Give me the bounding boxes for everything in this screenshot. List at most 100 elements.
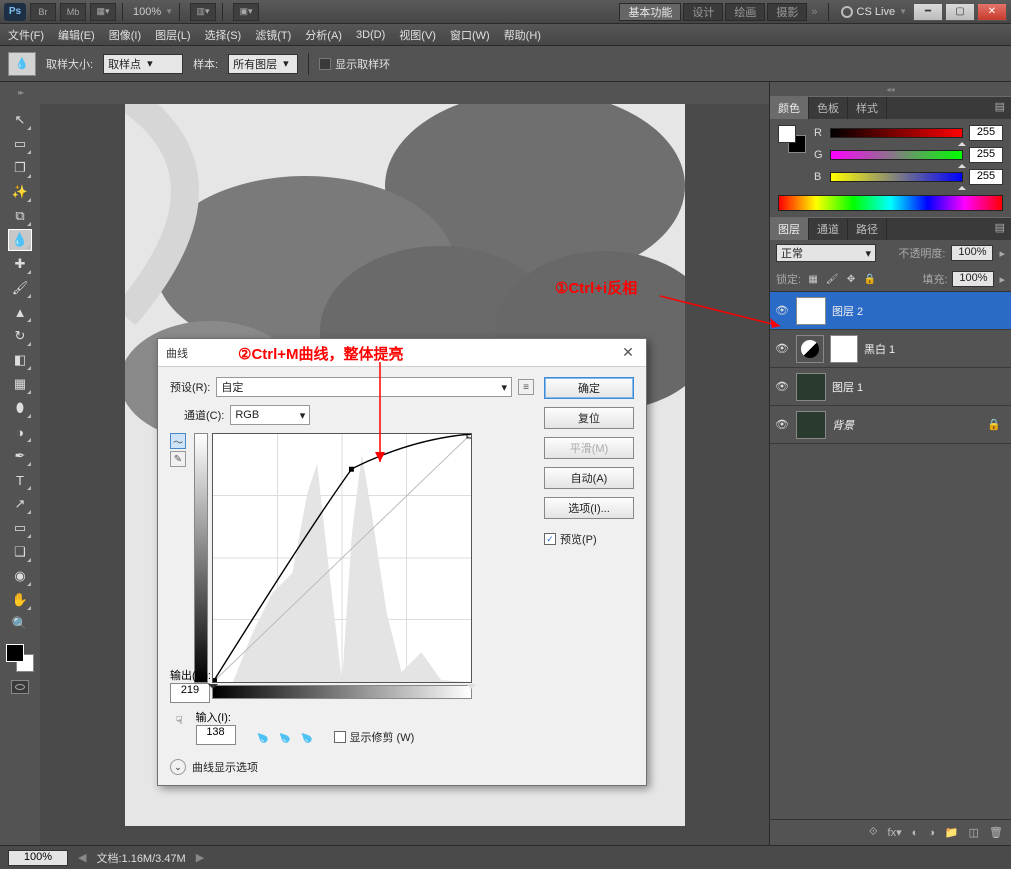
ok-button[interactable]: 确定 — [544, 377, 634, 399]
toolbox-grip[interactable] — [0, 88, 40, 98]
r-value[interactable]: 255 — [969, 125, 1003, 141]
window-minimize[interactable]: ━ — [913, 3, 943, 21]
layer-mask[interactable] — [830, 335, 858, 363]
preset-dropdown[interactable]: 自定▾ — [216, 377, 512, 397]
screenmode-button[interactable]: ▣▾ — [233, 3, 259, 21]
minibridge-button[interactable]: Mb — [60, 3, 86, 21]
tab-swatches[interactable]: 色板 — [809, 97, 848, 119]
eraser-tool[interactable]: ◧ — [8, 349, 32, 371]
expand-options-icon[interactable]: ⌄ — [170, 759, 186, 775]
window-maximize[interactable]: ▢ — [945, 3, 975, 21]
curve-graph[interactable] — [212, 433, 472, 683]
heal-tool[interactable]: ✚ — [8, 253, 32, 275]
menu-window[interactable]: 窗口(W) — [450, 27, 490, 43]
stamp-tool[interactable]: ▲ — [8, 301, 32, 323]
trash-icon[interactable]: 🗑 — [989, 826, 1003, 839]
menu-file[interactable]: 文件(F) — [8, 27, 44, 43]
menu-edit[interactable]: 编辑(E) — [58, 27, 95, 43]
brush-tool[interactable]: 🖌 — [8, 277, 32, 299]
adjustment-icon[interactable] — [796, 335, 824, 363]
menu-3d[interactable]: 3D(D) — [356, 29, 385, 41]
panel-grip[interactable]: ◂◂ — [770, 82, 1011, 96]
reset-button[interactable]: 复位 — [544, 407, 634, 429]
input-value[interactable]: 138 — [196, 725, 236, 745]
arrange-button[interactable]: ▥▾ — [190, 3, 216, 21]
gradient-tool[interactable]: ▦ — [8, 373, 32, 395]
adjustment-icon[interactable]: ◑ — [928, 827, 935, 839]
panel-menu-icon[interactable]: ▤ — [989, 97, 1011, 119]
tab-styles[interactable]: 样式 — [848, 97, 887, 119]
layer-thumb[interactable] — [796, 297, 826, 325]
visibility-icon[interactable]: 👁 — [774, 342, 790, 355]
mask-icon[interactable]: ◐ — [912, 827, 919, 839]
auto-button[interactable]: 自动(A) — [544, 467, 634, 489]
blur-tool[interactable]: ⬮ — [8, 397, 32, 419]
type-tool[interactable]: T — [8, 469, 32, 491]
dodge-tool[interactable]: ◑ — [8, 421, 32, 443]
bridge-button[interactable]: Br — [30, 3, 56, 21]
opacity-value[interactable]: 100% — [951, 245, 993, 261]
workspace-painting[interactable]: 绘画 — [725, 3, 765, 21]
options-button[interactable]: 选项(I)... — [544, 497, 634, 519]
history-brush-tool[interactable]: ↻ — [8, 325, 32, 347]
blend-mode-dropdown[interactable]: 正常▾ — [776, 244, 876, 262]
3d-camera-tool[interactable]: ◉ — [8, 565, 32, 587]
visibility-icon[interactable]: 👁 — [774, 304, 790, 317]
workspace-design[interactable]: 设计 — [683, 3, 723, 21]
tab-paths[interactable]: 路径 — [848, 218, 887, 240]
menu-help[interactable]: 帮助(H) — [504, 27, 541, 43]
layer-row[interactable]: 👁 图层 2 — [770, 292, 1011, 330]
3d-tool[interactable]: ❏ — [8, 541, 32, 563]
layer-thumb[interactable] — [796, 373, 826, 401]
sample-size-dropdown[interactable]: 取样点▾ — [103, 54, 183, 74]
layers-menu-icon[interactable]: ▤ — [989, 218, 1011, 240]
show-clipping-checkbox[interactable]: 显示修剪 (W) — [334, 729, 415, 745]
b-value[interactable]: 255 — [969, 169, 1003, 185]
panel-swatches[interactable] — [778, 125, 806, 153]
menu-filter[interactable]: 滤镜(T) — [255, 27, 291, 43]
group-icon[interactable]: 📁 — [945, 826, 959, 839]
layer-name[interactable]: 黑白 1 — [864, 341, 1007, 357]
workspace-essentials[interactable]: 基本功能 — [619, 3, 681, 21]
marquee-tool[interactable]: ▭ — [8, 133, 32, 155]
lock-transparent-icon[interactable]: ▦ — [806, 272, 820, 286]
r-slider[interactable] — [830, 128, 963, 138]
layer-row[interactable]: 👁 背景 🔒 — [770, 406, 1011, 444]
window-close[interactable]: ✕ — [977, 3, 1007, 21]
dialog-close-icon[interactable]: ✕ — [618, 344, 638, 361]
lock-all-icon[interactable]: 🔒 — [863, 272, 877, 286]
layer-row[interactable]: 👁 图层 1 — [770, 368, 1011, 406]
tab-layers[interactable]: 图层 — [770, 218, 809, 240]
show-ring-checkbox[interactable]: 显示取样环 — [319, 56, 390, 72]
shape-tool[interactable]: ▭ — [8, 517, 32, 539]
quickmask-toggle[interactable] — [11, 680, 29, 694]
sample-dropdown[interactable]: 所有图层▾ — [228, 54, 298, 74]
preset-menu-icon[interactable]: ≡ — [518, 379, 534, 395]
crop-tool[interactable]: ⧉ — [8, 205, 32, 227]
layer-name[interactable]: 图层 2 — [832, 303, 1007, 319]
lasso-tool[interactable]: ❐ — [8, 157, 32, 179]
output-value[interactable]: 219 — [170, 683, 210, 703]
menu-select[interactable]: 选择(S) — [205, 27, 242, 43]
color-swatches[interactable] — [6, 644, 34, 672]
input-gradient[interactable] — [212, 685, 472, 699]
view-extras-button[interactable]: ▦▾ — [90, 3, 116, 21]
smooth-button[interactable]: 平滑(M) — [544, 437, 634, 459]
gray-point-picker[interactable]: 💧 — [275, 728, 295, 748]
current-tool-icon[interactable]: 💧 — [8, 52, 36, 76]
move-tool[interactable]: ↖ — [8, 109, 32, 131]
preview-checkbox[interactable]: ✓预览(P) — [544, 531, 634, 547]
layer-thumb[interactable] — [796, 411, 826, 439]
g-value[interactable]: 255 — [969, 147, 1003, 163]
fill-value[interactable]: 100% — [952, 271, 994, 287]
menu-layer[interactable]: 图层(L) — [155, 27, 190, 43]
g-slider[interactable] — [830, 150, 963, 160]
new-layer-icon[interactable]: ◫ — [969, 826, 979, 839]
black-point-picker[interactable]: 💧 — [253, 728, 273, 748]
layer-row[interactable]: 👁 黑白 1 — [770, 330, 1011, 368]
wand-tool[interactable]: ✨ — [8, 181, 32, 203]
tab-color[interactable]: 颜色 — [770, 97, 809, 119]
color-strip[interactable] — [778, 195, 1003, 211]
workspace-photography[interactable]: 摄影 — [767, 3, 807, 21]
hand-tool[interactable]: ✋ — [8, 589, 32, 611]
